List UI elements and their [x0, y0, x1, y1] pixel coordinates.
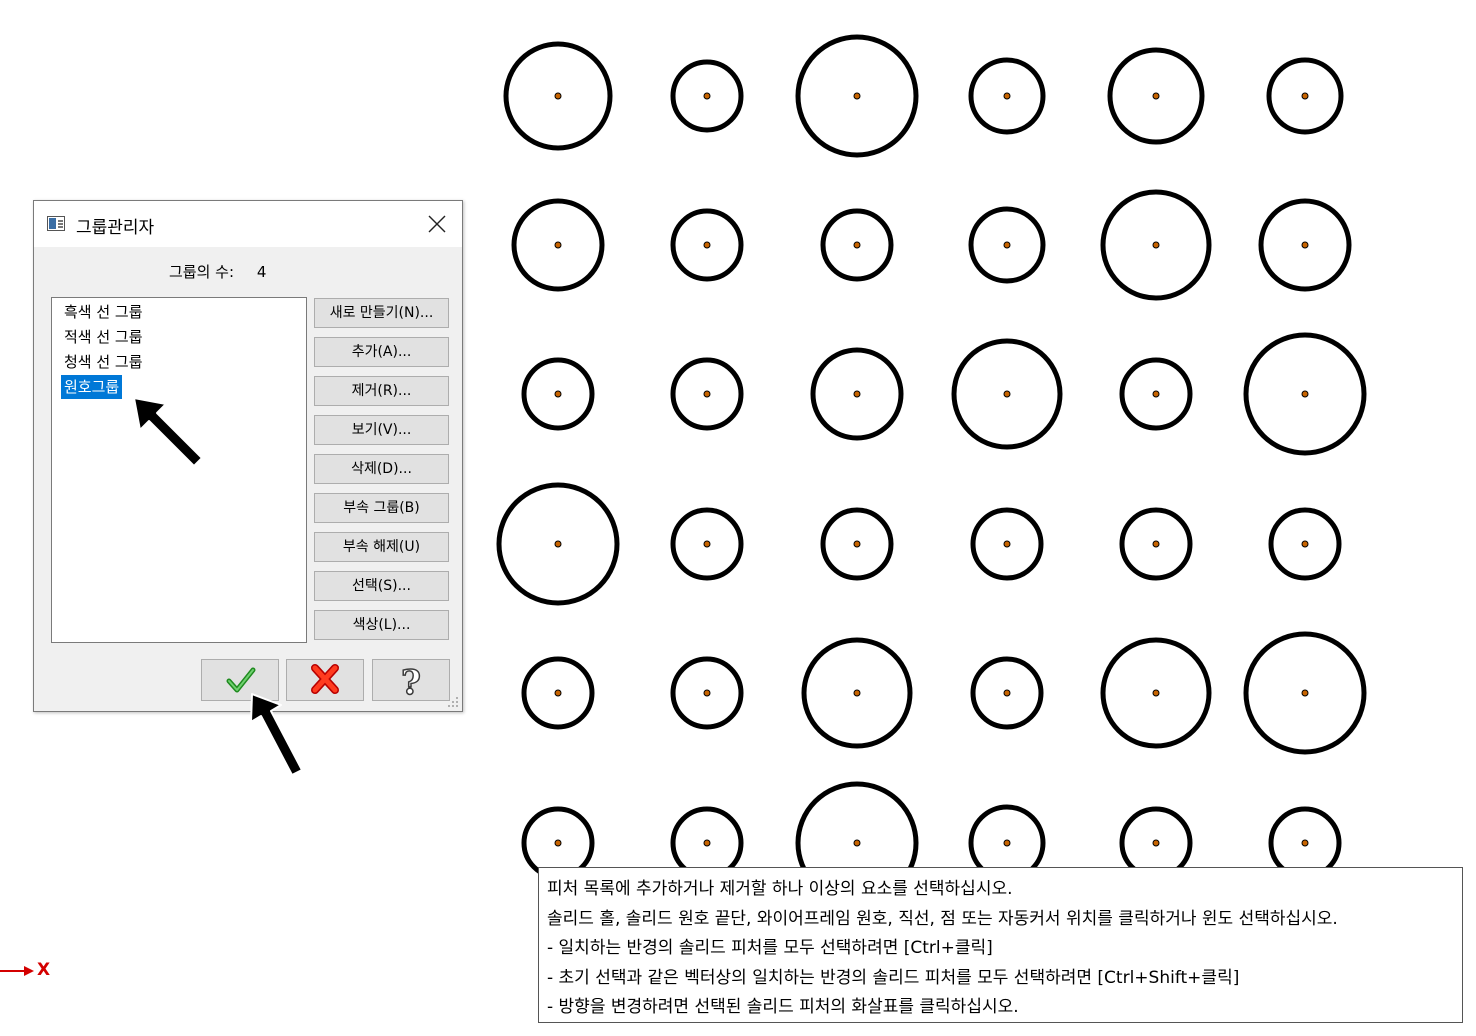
- x-axis-arrowhead: [24, 966, 34, 976]
- message-line: 솔리드 홀, 솔리드 원호 끝단, 와이어프레임 원호, 직선, 점 또는 자동…: [547, 909, 1338, 929]
- center-point: [1152, 689, 1160, 697]
- center-point: [554, 241, 562, 249]
- message-line: - 초기 선택과 같은 벡터상의 일치하는 반경의 솔리드 피처를 모두 선택하…: [547, 968, 1240, 988]
- circle-grid: [496, 34, 1367, 905]
- group-list[interactable]: 흑색 선 그룹 적색 선 그룹 청색 선 그룹 원호그룹: [51, 297, 307, 643]
- center-point: [1301, 540, 1309, 548]
- center-point: [1003, 241, 1011, 249]
- center-point: [554, 92, 562, 100]
- app-window-icon: [47, 216, 65, 231]
- question-mark-icon: ?: [400, 662, 421, 700]
- remove-button[interactable]: 제거(R)...: [314, 376, 449, 406]
- message-line: 피처 목록에 추가하거나 제거할 하나 이상의 요소를 선택하십시오.: [547, 879, 1013, 899]
- center-point: [703, 92, 711, 100]
- group-count-label: 그룹의 수:: [169, 263, 235, 281]
- center-point: [1152, 839, 1160, 847]
- dialog-titlebar: 그룹관리자: [34, 201, 462, 247]
- list-item-red-line-group[interactable]: 적색 선 그룹: [61, 325, 146, 349]
- select-button[interactable]: 선택(S)...: [314, 571, 449, 601]
- list-item-arc-group[interactable]: 원호그룹: [61, 375, 123, 399]
- center-point: [1301, 92, 1309, 100]
- center-point: [1301, 689, 1309, 697]
- color-button[interactable]: 색상(L)...: [314, 610, 449, 640]
- ok-button[interactable]: [201, 659, 279, 701]
- center-point: [1003, 390, 1011, 398]
- help-button[interactable]: ?: [372, 659, 450, 701]
- center-point: [703, 540, 711, 548]
- instruction-message-box: 피처 목록에 추가하거나 제거할 하나 이상의 요소를 선택하십시오. 솔리드 …: [538, 867, 1463, 1023]
- center-point: [853, 92, 861, 100]
- close-icon: [428, 215, 446, 233]
- x-axis-label: X: [37, 960, 51, 980]
- dialog-title: 그룹관리자: [76, 218, 155, 238]
- center-point: [554, 540, 562, 548]
- close-button[interactable]: [424, 211, 450, 237]
- center-point: [853, 540, 861, 548]
- center-point: [703, 390, 711, 398]
- message-line: - 일치하는 반경의 솔리드 피처를 모두 선택하려면 [Ctrl+클릭]: [547, 938, 993, 958]
- group-count-value: 4: [256, 263, 267, 281]
- center-point: [853, 241, 861, 249]
- checkmark-icon: [226, 667, 256, 693]
- list-item-blue-line-group[interactable]: 청색 선 그룹: [61, 350, 146, 374]
- ungroup-button[interactable]: 부속 해제(U): [314, 532, 449, 562]
- center-point: [703, 839, 711, 847]
- message-line: - 방향을 변경하려면 선택된 솔리드 피처의 화살표를 클릭하십시오.: [547, 997, 1019, 1017]
- add-button[interactable]: 추가(A)...: [314, 337, 449, 367]
- view-button[interactable]: 보기(V)...: [314, 415, 449, 445]
- center-point: [1003, 92, 1011, 100]
- center-point: [853, 390, 861, 398]
- center-point: [1152, 241, 1160, 249]
- center-point: [1301, 390, 1309, 398]
- svg-text:?: ?: [401, 663, 421, 700]
- center-point: [703, 241, 711, 249]
- center-point: [1003, 689, 1011, 697]
- center-point: [554, 689, 562, 697]
- center-point: [1152, 92, 1160, 100]
- center-point: [1152, 540, 1160, 548]
- list-item-black-line-group[interactable]: 흑색 선 그룹: [61, 300, 146, 324]
- center-point: [1003, 839, 1011, 847]
- subgroup-button[interactable]: 부속 그룹(B): [314, 493, 449, 523]
- center-point: [853, 839, 861, 847]
- center-point: [554, 390, 562, 398]
- center-point: [1152, 390, 1160, 398]
- center-point: [703, 689, 711, 697]
- resize-grip-icon[interactable]: [447, 696, 459, 708]
- center-point: [853, 689, 861, 697]
- center-point: [1301, 241, 1309, 249]
- center-point: [554, 839, 562, 847]
- delete-button[interactable]: 삭제(D)...: [314, 454, 449, 484]
- center-point: [1301, 839, 1309, 847]
- group-count-row: 그룹의 수: 4: [169, 261, 266, 282]
- cancel-button[interactable]: [286, 659, 364, 701]
- group-manager-dialog: 그룹관리자 그룹의 수: 4 흑색 선 그룹 적색 선 그룹 청색 선 그룹 원…: [33, 200, 463, 712]
- center-point: [1003, 540, 1011, 548]
- red-x-icon: [311, 664, 339, 694]
- new-button[interactable]: 새로 만들기(N)...: [314, 298, 449, 328]
